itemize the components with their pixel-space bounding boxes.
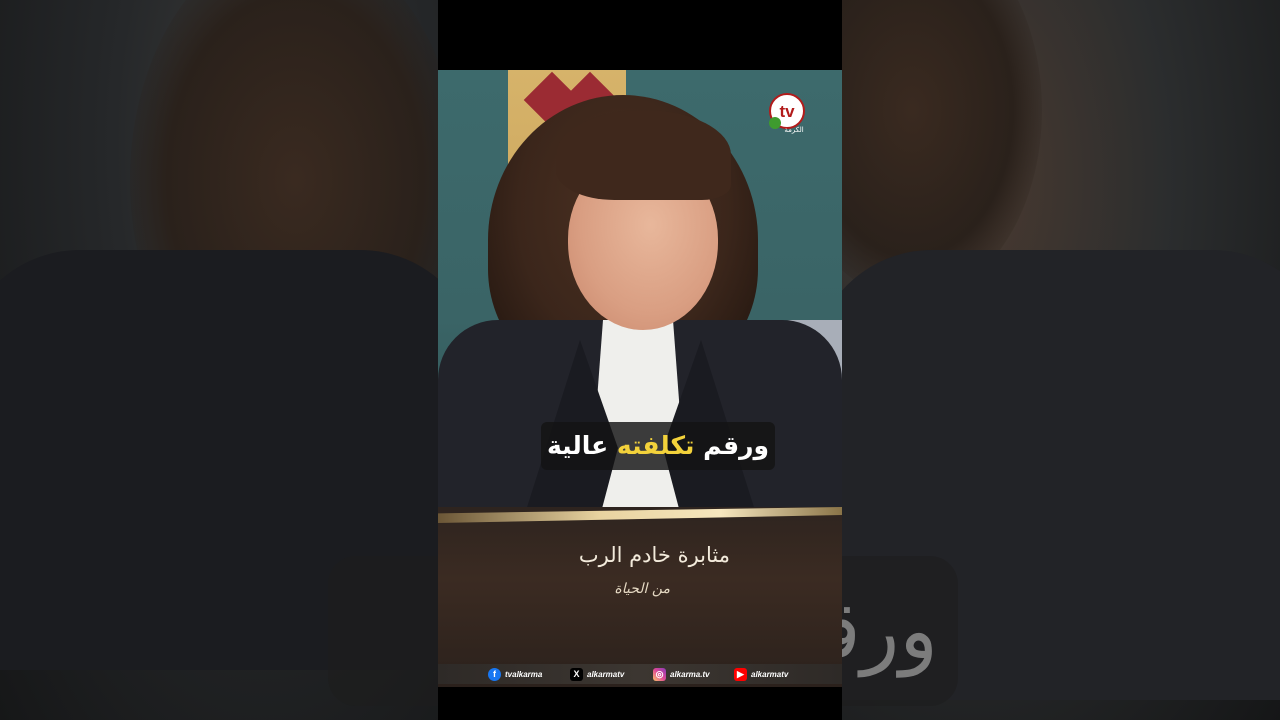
social-youtube[interactable]: ▶ alkarmatv: [734, 667, 788, 681]
social-x[interactable]: X alkarmatv: [570, 667, 624, 681]
x-icon: X: [570, 667, 583, 681]
social-handle: tvalkarma: [505, 669, 543, 679]
social-handle: alkarma.tv: [670, 669, 710, 679]
logo-letters: tv: [779, 102, 795, 121]
video-player[interactable]: tv الكرمة ورقم تكلفته عالية مثابرة خادم …: [438, 0, 842, 720]
show-subtitle: من الحياة: [614, 581, 670, 597]
youtube-icon: ▶: [734, 667, 747, 681]
show-title: مثابرة خادم الرب: [578, 543, 730, 567]
social-instagram[interactable]: ◎ alkarma.tv: [653, 667, 710, 681]
lower-third: مثابرة خادم الرب من الحياة: [438, 507, 842, 687]
instagram-icon: ◎: [653, 667, 666, 681]
subtitle-caption: ورقم تكلفته عالية: [541, 422, 776, 470]
channel-logo-icon: tv الكرمة: [769, 93, 805, 134]
facebook-icon: f: [488, 667, 501, 681]
logo-name: الكرمة: [784, 126, 803, 134]
social-bar: f tvalkarma X alkarmatv ◎ alkarma.tv ▶ a…: [438, 664, 842, 684]
caption-highlight: تكلفته: [616, 431, 695, 460]
social-handle: alkarmatv: [751, 669, 789, 679]
caption-before: ورقم: [694, 431, 770, 460]
social-facebook[interactable]: f tvalkarma: [488, 667, 542, 681]
gold-divider: [438, 507, 842, 523]
bangs: [556, 110, 731, 200]
social-handle: alkarmatv: [587, 669, 625, 679]
caption-after: عالية: [547, 431, 617, 460]
